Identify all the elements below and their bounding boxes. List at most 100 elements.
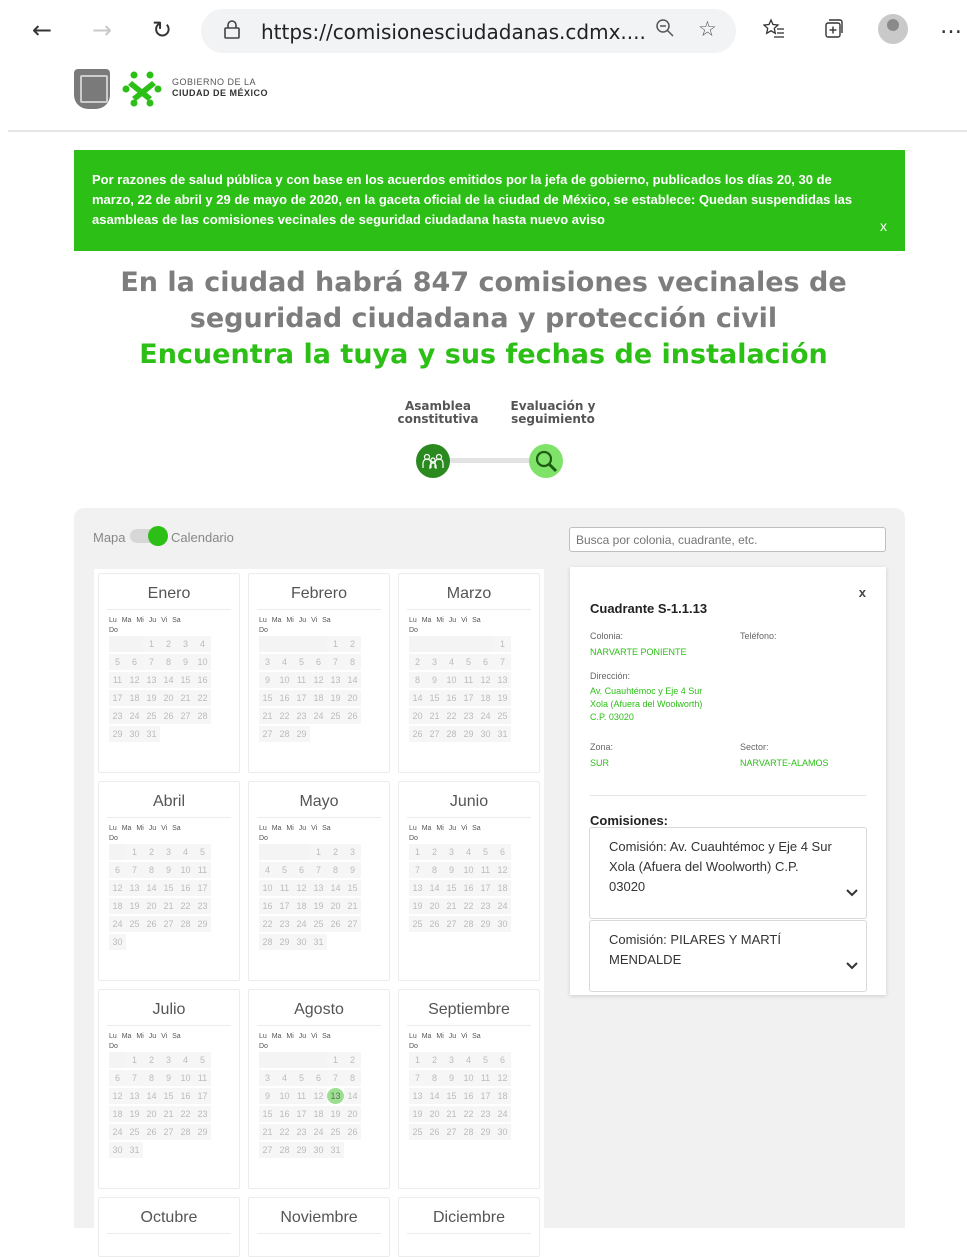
calendar-day[interactable]: 25	[409, 1124, 426, 1140]
calendar-day[interactable]: 10	[276, 672, 293, 688]
url-text[interactable]: https://comisionesciudadanas.cdmx....	[261, 20, 646, 44]
calendar-day[interactable]: 15	[177, 672, 194, 688]
calendar-day[interactable]: 11	[194, 862, 211, 878]
calendar-day[interactable]: 20	[426, 1106, 443, 1122]
calendar-day[interactable]: 9	[160, 862, 177, 878]
calendar-day[interactable]: 28	[177, 1124, 194, 1140]
calendar-day[interactable]: 8	[143, 862, 160, 878]
calendar-day[interactable]: 5	[477, 1052, 494, 1068]
calendar-day[interactable]: 10	[177, 862, 194, 878]
calendar-day[interactable]: 13	[327, 1088, 344, 1104]
calendar-day[interactable]: 26	[143, 1124, 160, 1140]
calendar-day[interactable]: 12	[109, 1088, 126, 1104]
calendar-day[interactable]: 29	[194, 916, 211, 932]
calendar-day[interactable]: 17	[293, 1106, 310, 1122]
calendar-day[interactable]: 23	[460, 708, 477, 724]
calendar-day[interactable]: 15	[443, 880, 460, 896]
calendar-day[interactable]: 27	[344, 916, 361, 932]
calendar-day[interactable]: 7	[143, 654, 160, 670]
calendar-day[interactable]: 5	[194, 1052, 211, 1068]
calendar-day[interactable]: 15	[259, 1106, 276, 1122]
calendar-day[interactable]: 6	[310, 1070, 327, 1086]
calendar-day[interactable]: 14	[426, 1088, 443, 1104]
calendar-day[interactable]: 1	[126, 844, 143, 860]
calendar-day[interactable]: 21	[443, 898, 460, 914]
calendar-day[interactable]: 1	[409, 1052, 426, 1068]
step-label-asamblea[interactable]: Asamblea constitutiva	[390, 400, 486, 426]
calendar-day[interactable]: 3	[160, 1052, 177, 1068]
calendar-day[interactable]: 12	[494, 862, 511, 878]
calendar-day[interactable]: 14	[344, 672, 361, 688]
calendar-day[interactable]: 14	[327, 880, 344, 896]
calendar-day[interactable]: 12	[494, 1070, 511, 1086]
calendar-day[interactable]: 17	[194, 880, 211, 896]
calendar-day[interactable]: 27	[259, 1142, 276, 1158]
calendar-day[interactable]: 3	[344, 844, 361, 860]
calendar-day[interactable]: 30	[126, 726, 143, 742]
calendar-day[interactable]: 13	[126, 880, 143, 896]
calendar-day[interactable]: 19	[126, 898, 143, 914]
calendar-day[interactable]: 25	[126, 916, 143, 932]
address-bar[interactable]: https://comisionesciudadanas.cdmx.... ☆	[201, 9, 736, 53]
calendar-day[interactable]: 18	[109, 1106, 126, 1122]
calendar-day[interactable]: 11	[194, 1070, 211, 1086]
calendar-day[interactable]: 9	[160, 1070, 177, 1086]
calendar-day[interactable]: 9	[443, 862, 460, 878]
calendar-day[interactable]: 4	[276, 1070, 293, 1086]
calendar-day[interactable]: 16	[177, 880, 194, 896]
calendar-day[interactable]: 9	[259, 1088, 276, 1104]
calendar-day[interactable]: 21	[344, 898, 361, 914]
calendar-day[interactable]: 15	[344, 880, 361, 896]
calendar-day[interactable]: 13	[409, 1088, 426, 1104]
calendar-day[interactable]: 5	[460, 654, 477, 670]
calendar-day[interactable]: 14	[426, 880, 443, 896]
calendar-day[interactable]: 23	[194, 898, 211, 914]
calendar-day[interactable]: 26	[426, 916, 443, 932]
calendar-day[interactable]: 16	[460, 1088, 477, 1104]
calendar-day[interactable]: 16	[276, 690, 293, 706]
calendar-day[interactable]: 18	[477, 690, 494, 706]
calendar-day[interactable]: 15	[160, 880, 177, 896]
calendar-day[interactable]: 27	[160, 1124, 177, 1140]
calendar-day[interactable]: 11	[477, 1070, 494, 1086]
calendar-day[interactable]: 15	[426, 690, 443, 706]
calendar-day[interactable]: 20	[160, 690, 177, 706]
calendar-day[interactable]: 20	[143, 1106, 160, 1122]
calendar-day[interactable]: 24	[126, 708, 143, 724]
calendar-day[interactable]: 26	[143, 916, 160, 932]
calendar-day[interactable]: 24	[494, 898, 511, 914]
calendar-day[interactable]: 29	[460, 726, 477, 742]
calendar-day[interactable]: 12	[477, 672, 494, 688]
calendar-day[interactable]: 29	[477, 1124, 494, 1140]
calendar-day[interactable]: 28	[443, 726, 460, 742]
comision-accordion-item[interactable]: Comisión: Av. Cuauhtémoc y Eje 4 Sur Xol…	[589, 827, 867, 919]
calendar-day[interactable]: 18	[310, 690, 327, 706]
calendar-day[interactable]: 18	[109, 898, 126, 914]
calendar-day[interactable]: 18	[494, 1088, 511, 1104]
calendar-day[interactable]: 20	[409, 708, 426, 724]
calendar-day[interactable]: 3	[443, 844, 460, 860]
calendar-day[interactable]: 31	[126, 1142, 143, 1158]
calendar-day[interactable]: 26	[160, 708, 177, 724]
calendar-day[interactable]: 5	[109, 654, 126, 670]
calendar-day[interactable]: 11	[276, 880, 293, 896]
calendar-day[interactable]: 30	[293, 934, 310, 950]
calendar-day[interactable]: 2	[409, 654, 426, 670]
calendar-day[interactable]: 31	[494, 726, 511, 742]
calendar-day[interactable]: 2	[327, 844, 344, 860]
calendar-day[interactable]: 8	[160, 654, 177, 670]
calendar-day[interactable]: 15	[443, 1088, 460, 1104]
calendar-day[interactable]: 9	[177, 654, 194, 670]
forward-icon[interactable]: →	[92, 16, 112, 44]
calendar-day[interactable]: 19	[409, 1106, 426, 1122]
calendar-day[interactable]: 5	[276, 862, 293, 878]
calendar-day[interactable]: 14	[409, 690, 426, 706]
calendar-day[interactable]: 11	[293, 672, 310, 688]
calendar-day[interactable]: 21	[426, 708, 443, 724]
chevron-down-icon[interactable]	[846, 884, 858, 904]
calendar-day[interactable]: 19	[126, 1106, 143, 1122]
calendar-day[interactable]: 22	[194, 690, 211, 706]
calendar-day[interactable]: 11	[293, 1088, 310, 1104]
calendar-day[interactable]: 6	[477, 654, 494, 670]
calendar-day[interactable]: 4	[194, 636, 211, 652]
